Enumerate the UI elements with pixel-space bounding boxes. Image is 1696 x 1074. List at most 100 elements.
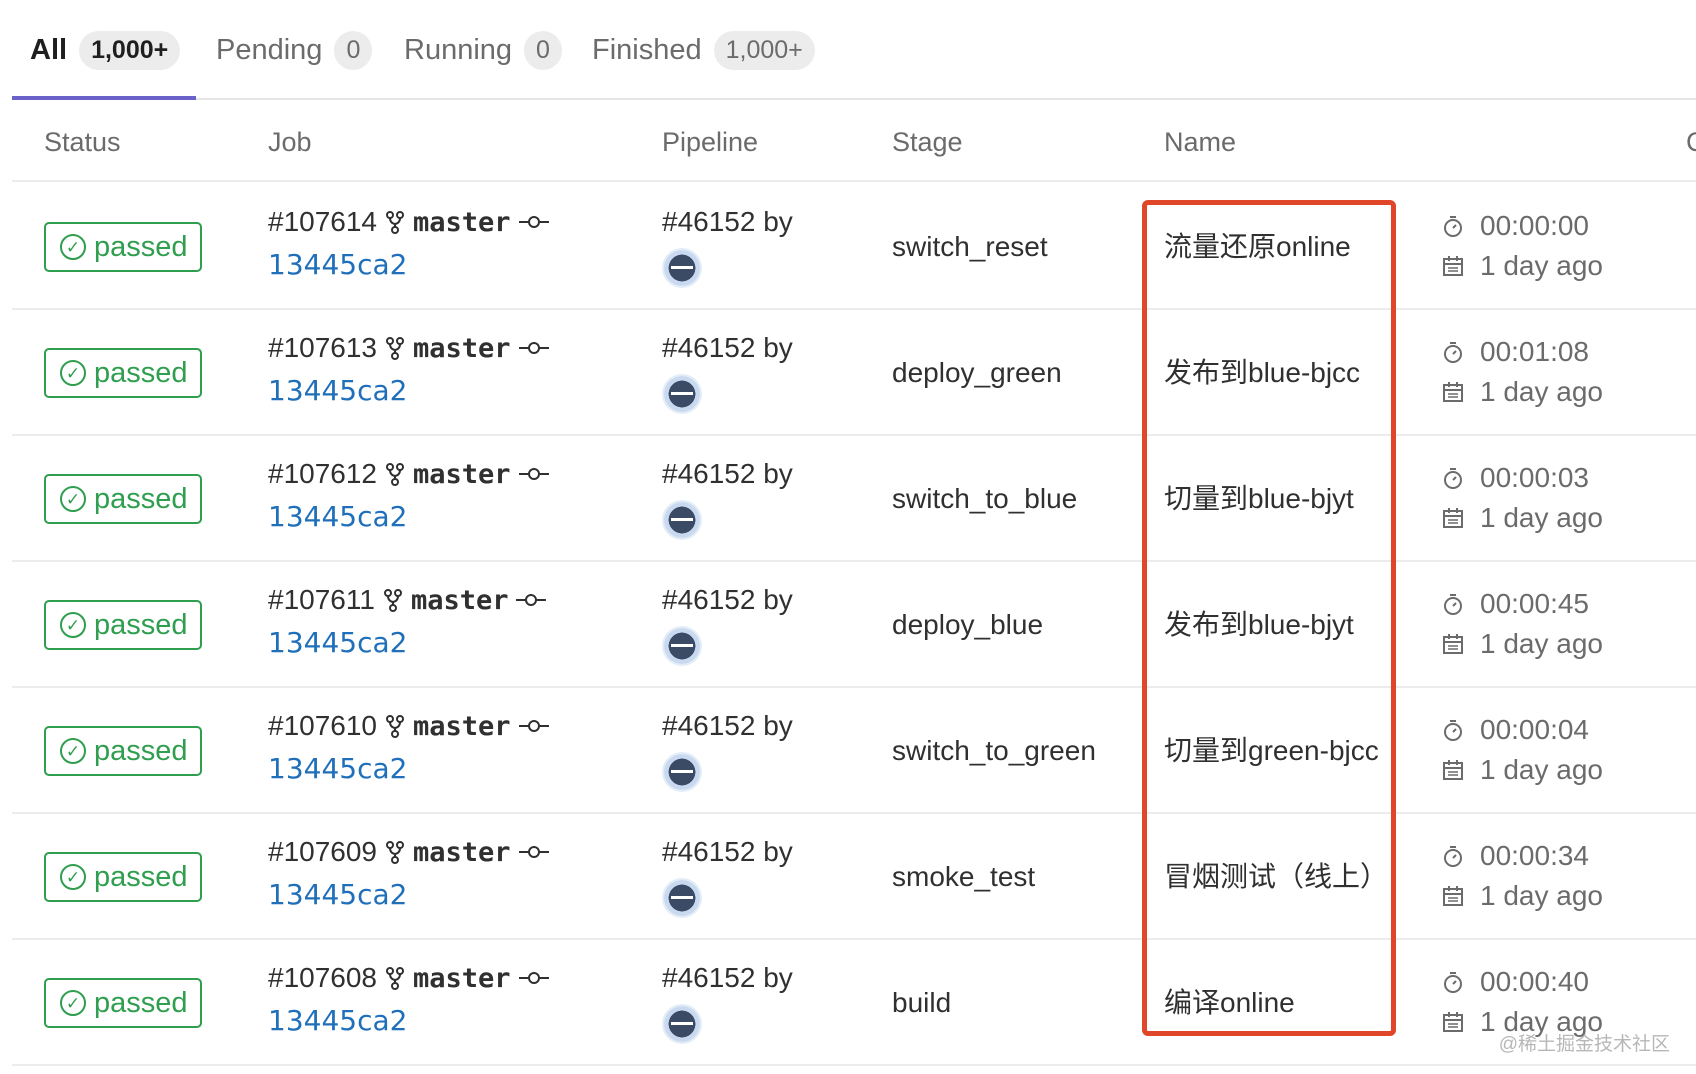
status-label: passed	[94, 482, 188, 515]
pipeline-link[interactable]: #46152 by	[662, 584, 793, 616]
job-id-link[interactable]: #107609	[268, 836, 377, 868]
tab-finished[interactable]: Finished 1,000+	[592, 0, 815, 100]
branch-name[interactable]: master	[411, 585, 509, 616]
branch-icon	[386, 967, 405, 990]
commit-icon	[518, 846, 549, 858]
calendar-icon	[1443, 634, 1463, 654]
job-finished-time: 1 day ago	[1480, 880, 1603, 911]
avatar[interactable]	[664, 250, 700, 286]
commit-sha-link[interactable]: 13445ca2	[268, 1004, 407, 1037]
status-badge[interactable]: ✓ passed	[44, 726, 202, 776]
job-duration: 00:00:00	[1480, 210, 1589, 241]
tab-all-label: All	[30, 33, 68, 66]
check-circle-icon: ✓	[60, 486, 86, 512]
column-job: Job	[268, 127, 312, 157]
status-badge[interactable]: ✓ passed	[44, 600, 202, 650]
calendar-icon	[1443, 886, 1463, 906]
commit-sha-link[interactable]: 13445ca2	[268, 374, 407, 407]
job-finished-time: 1 day ago	[1480, 502, 1603, 533]
check-circle-icon: ✓	[60, 990, 86, 1016]
pipeline-link[interactable]: #46152 by	[662, 836, 793, 868]
pipeline-link[interactable]: #46152 by	[662, 710, 793, 742]
status-badge[interactable]: ✓ passed	[44, 348, 202, 398]
avatar[interactable]	[664, 502, 700, 538]
job-finished-time: 1 day ago	[1480, 376, 1603, 407]
job-id-link[interactable]: #107608	[268, 962, 377, 994]
check-circle-icon: ✓	[60, 612, 86, 638]
avatar[interactable]	[664, 628, 700, 664]
timer-icon	[1444, 216, 1462, 237]
stage-name: switch_to_green	[892, 735, 1096, 766]
pipeline-link[interactable]: #46152 by	[662, 458, 793, 490]
stage-name: deploy_blue	[892, 609, 1044, 640]
avatar[interactable]	[664, 376, 700, 412]
branch-name[interactable]: master	[413, 207, 511, 238]
branch-icon	[386, 337, 405, 360]
job-info: #107613 master	[268, 332, 549, 364]
commit-sha-link[interactable]: 13445ca2	[268, 248, 407, 281]
commit-sha-link[interactable]: 13445ca2	[268, 500, 407, 533]
branch-name[interactable]: master	[413, 963, 511, 994]
pipeline-link[interactable]: #46152 by	[662, 962, 793, 994]
job-id-link[interactable]: #107614	[268, 206, 377, 238]
job-info: #107608 master	[268, 962, 549, 994]
stage-name: build	[892, 987, 952, 1018]
commit-icon	[518, 468, 549, 480]
commit-icon	[518, 342, 549, 354]
commit-sha-link[interactable]: 13445ca2	[268, 752, 407, 785]
job-name: 发布到blue-bjcc	[1164, 357, 1361, 388]
avatar[interactable]	[664, 1006, 700, 1042]
tab-pending[interactable]: Pending 0	[216, 0, 373, 100]
commit-sha-link[interactable]: 13445ca2	[268, 878, 407, 911]
status-badge[interactable]: ✓ passed	[44, 222, 202, 272]
job-finished-time: 1 day ago	[1480, 754, 1603, 785]
status-label: passed	[94, 860, 188, 893]
timer-icon	[1444, 846, 1462, 867]
job-info: #107614 master	[268, 206, 549, 238]
job-id-link[interactable]: #107611	[268, 584, 375, 616]
tab-finished-label: Finished	[592, 33, 702, 66]
tab-all[interactable]: All 1,000+	[30, 0, 181, 100]
table-header: Status Job Pipeline Stage Name	[12, 102, 1696, 182]
column-cut: C	[1686, 127, 1696, 157]
tab-finished-count: 1,000+	[713, 30, 815, 70]
commit-icon	[518, 216, 549, 228]
branch-name[interactable]: master	[413, 711, 511, 742]
avatar[interactable]	[664, 880, 700, 916]
status-badge[interactable]: ✓ passed	[44, 474, 202, 524]
job-timing: 00:00:04 1 day ago	[1442, 710, 1603, 790]
table-row: ✓ passed #107610 master 13445ca2 #46152 …	[12, 688, 1696, 814]
job-finished-time: 1 day ago	[1480, 250, 1603, 281]
pipeline-link[interactable]: #46152 by	[662, 206, 793, 238]
timer-icon	[1444, 720, 1462, 741]
job-name: 冒烟测试（线上）	[1164, 861, 1389, 892]
calendar-icon	[1443, 256, 1463, 276]
job-name: 流量还原online	[1164, 231, 1351, 262]
commit-icon	[518, 720, 549, 732]
job-name: 发布到blue-bjyt	[1164, 609, 1354, 640]
avatar[interactable]	[664, 754, 700, 790]
commit-icon	[516, 594, 547, 606]
job-id-link[interactable]: #107610	[268, 710, 377, 742]
check-circle-icon: ✓	[60, 738, 86, 764]
branch-name[interactable]: master	[413, 459, 511, 490]
job-id-link[interactable]: #107613	[268, 332, 377, 364]
tab-pending-label: Pending	[216, 33, 323, 66]
commit-sha-link[interactable]: 13445ca2	[268, 626, 407, 659]
stage-name: smoke_test	[892, 861, 1036, 892]
timer-icon	[1444, 972, 1462, 993]
table-row: ✓ passed #107608 master 13445ca2 #46152 …	[12, 940, 1696, 1066]
pipeline-link[interactable]: #46152 by	[662, 332, 793, 364]
branch-name[interactable]: master	[413, 837, 511, 868]
job-duration: 00:00:40	[1480, 966, 1589, 997]
tab-all-count: 1,000+	[79, 30, 181, 70]
job-id-link[interactable]: #107612	[268, 458, 377, 490]
status-badge[interactable]: ✓ passed	[44, 978, 202, 1028]
branch-icon	[386, 715, 405, 738]
tab-running[interactable]: Running 0	[404, 0, 562, 100]
stage-name: deploy_green	[892, 357, 1062, 388]
timer-icon	[1444, 342, 1462, 363]
status-badge[interactable]: ✓ passed	[44, 852, 202, 902]
watermark: @稀土掘金技术社区	[1498, 1034, 1670, 1055]
branch-name[interactable]: master	[413, 333, 511, 364]
